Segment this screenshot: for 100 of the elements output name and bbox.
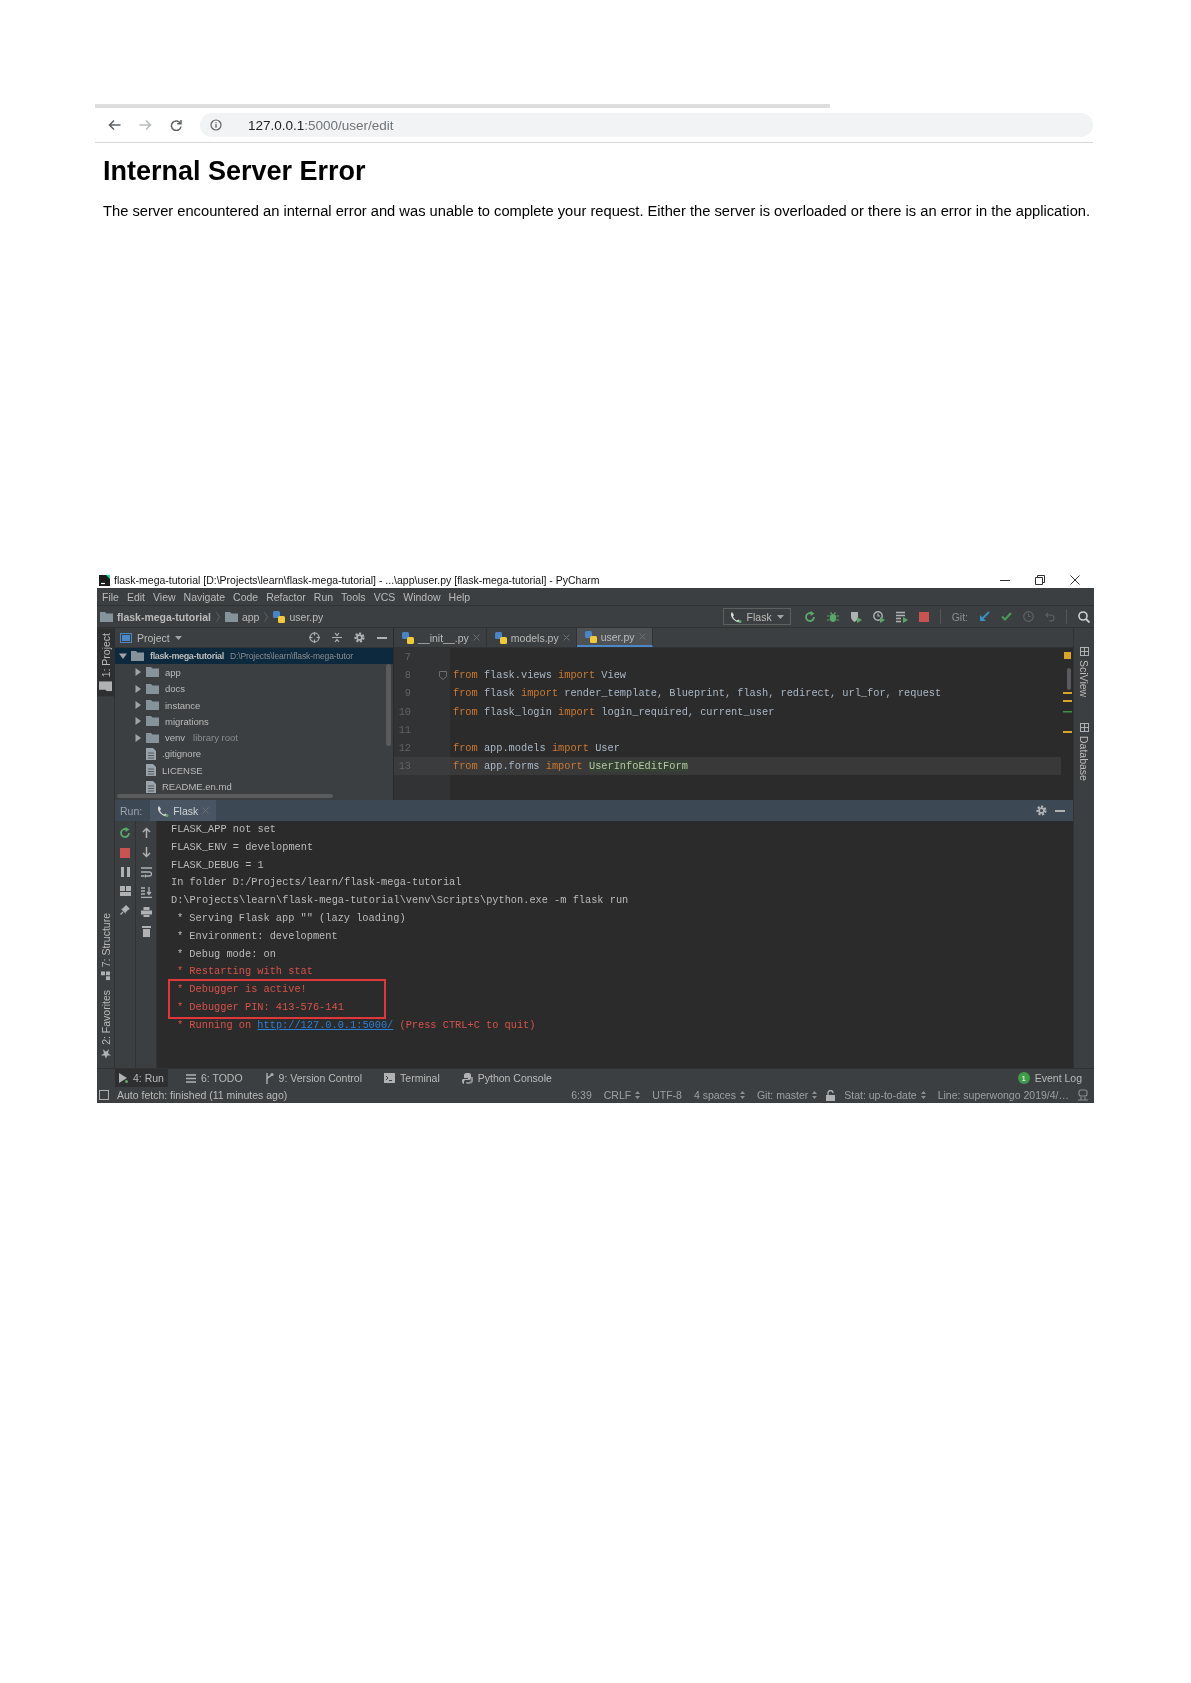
status-item[interactable]: UTF-8 xyxy=(649,1089,685,1101)
editor-tab[interactable]: user.py xyxy=(576,628,653,647)
breadcrumb[interactable]: flask-mega-tutorial xyxy=(100,610,211,623)
crosshair-icon[interactable] xyxy=(309,632,320,643)
console-line: FLASK_ENV = development xyxy=(171,839,314,855)
printer-icon[interactable] xyxy=(140,907,152,917)
minimize-icon[interactable] xyxy=(1000,579,1010,581)
fold-marker-icon[interactable] xyxy=(439,670,447,680)
pin-icon[interactable] xyxy=(120,905,130,915)
updown-icon xyxy=(635,1091,641,1099)
tree-item[interactable]: app xyxy=(115,664,393,681)
list-play-icon[interactable] xyxy=(895,610,908,623)
check-icon[interactable] xyxy=(1001,612,1012,621)
close-icon[interactable] xyxy=(1070,575,1080,585)
tool-window-tab[interactable]: Python Console xyxy=(457,1069,556,1087)
menu-item[interactable]: Edit xyxy=(126,590,145,603)
shield-play-icon[interactable] xyxy=(849,610,862,623)
tool-window-tab[interactable]: 6: TODO xyxy=(181,1069,247,1087)
layout-icon[interactable] xyxy=(119,886,131,896)
caret-icon xyxy=(174,635,182,640)
tree-item[interactable]: migrations xyxy=(115,713,393,730)
expand-arrow-icon[interactable] xyxy=(134,717,142,726)
bug-icon[interactable] xyxy=(826,610,839,623)
code-line: from flask_login import login_required, current_user xyxy=(452,704,775,720)
updown-icon xyxy=(739,1091,745,1099)
expand-arrow-icon[interactable] xyxy=(134,733,142,742)
tool-window-tab[interactable]: 9: Version Control xyxy=(260,1069,367,1087)
tool-window-tab[interactable]: 2: Favorites xyxy=(97,985,115,1064)
view-selector[interactable]: Project xyxy=(120,631,182,644)
rerun-icon[interactable] xyxy=(803,610,816,623)
menu-item[interactable]: Code xyxy=(233,590,259,603)
gear-icon[interactable] xyxy=(354,632,365,643)
tree-item[interactable]: README.en.md xyxy=(115,778,393,795)
reload-icon[interactable] xyxy=(170,119,182,131)
tree-item[interactable]: .gitignore xyxy=(115,745,393,763)
menu-item[interactable]: Refactor xyxy=(266,590,306,603)
scrollbar-thumb[interactable] xyxy=(386,664,391,746)
console-line: FLASK_DEBUG = 1 xyxy=(171,857,264,873)
console-line: * Restarting with stat xyxy=(176,964,313,980)
panel-toggle-icon[interactable] xyxy=(99,1090,109,1100)
restore-icon[interactable] xyxy=(1035,575,1045,585)
arrow-down-icon[interactable] xyxy=(141,847,151,858)
info-icon xyxy=(210,119,222,131)
menu-item[interactable]: View xyxy=(153,590,176,603)
tool-window-tab[interactable]: SciView xyxy=(1075,642,1093,703)
menu-item[interactable]: Window xyxy=(403,590,441,603)
arrow-icon[interactable] xyxy=(979,611,990,622)
tool-window-tab[interactable]: 1: Project xyxy=(97,628,115,697)
lock-icon[interactable] xyxy=(826,1089,836,1101)
editor-tab[interactable]: models.py xyxy=(486,628,577,647)
error-message: The server encountered an internal error and was unable to complete your request. Either the server is overloaded or there is an error in the application. xyxy=(103,202,1092,220)
arrow-up-icon[interactable] xyxy=(141,827,151,838)
status-item[interactable]: Stat: up-to-date xyxy=(841,1089,929,1101)
breadcrumb[interactable]: user.py xyxy=(273,610,324,623)
expand-arrow-icon[interactable] xyxy=(134,684,142,693)
status-item[interactable]: Line: superwongo 2019/4/… xyxy=(934,1089,1072,1101)
pause-icon[interactable] xyxy=(120,867,130,877)
expand-arrow-icon[interactable] xyxy=(134,701,142,710)
tree-item[interactable]: instance xyxy=(115,696,393,714)
scroll-end-icon[interactable] xyxy=(140,887,152,898)
tree-item[interactable]: flask-mega-tutorial D:\Projects\learn\flask-mega-tutor xyxy=(115,648,393,665)
folder-icon xyxy=(100,611,113,622)
back-icon[interactable] xyxy=(108,119,121,131)
tool-window-tab[interactable]: Database xyxy=(1075,718,1093,787)
menu-item[interactable]: VCS xyxy=(373,590,396,603)
breadcrumb[interactable]: app xyxy=(224,610,260,623)
status-item[interactable]: 4 spaces xyxy=(690,1089,748,1101)
tool-window-tab[interactable]: 4: Run xyxy=(115,1069,168,1087)
menu-item[interactable]: File xyxy=(102,590,119,603)
tool-window-tab[interactable]: Terminal xyxy=(380,1069,444,1087)
rerun-icon[interactable] xyxy=(119,827,131,839)
editor-tab[interactable]: __init__.py xyxy=(394,628,487,647)
status-item[interactable]: 6:39 xyxy=(568,1089,595,1101)
status-item[interactable]: CRLF xyxy=(600,1089,644,1101)
menu-item[interactable]: Tools xyxy=(341,590,366,603)
trash-icon[interactable] xyxy=(141,926,151,937)
console-line: * Running on http://127.0.0.1:5000/ (Press CTRL+C to quit) xyxy=(176,1017,536,1033)
link[interactable]: http://127.0.0.1:5000/ xyxy=(257,1018,394,1031)
chevron-icon xyxy=(215,611,220,622)
tree-item[interactable]: venv library root xyxy=(115,729,393,746)
tree-item[interactable]: docs xyxy=(115,680,393,697)
menu-item[interactable]: Navigate xyxy=(183,590,226,603)
menu-item[interactable]: Run xyxy=(313,590,334,603)
expand-arrow-icon[interactable] xyxy=(119,652,127,661)
collapse-icon[interactable] xyxy=(332,632,342,643)
gear-icon[interactable] xyxy=(1036,805,1047,816)
wrap-icon[interactable] xyxy=(140,867,152,878)
search-icon[interactable] xyxy=(1078,610,1090,623)
tool-window-tab[interactable]: 7: Structure xyxy=(97,907,115,986)
address-bar[interactable]: 127.0.0.1:5000/user/edit xyxy=(200,113,1093,137)
tree-item[interactable]: LICENSE xyxy=(115,762,393,779)
inspector-icon[interactable] xyxy=(1078,1089,1088,1101)
stop-icon[interactable] xyxy=(918,611,929,622)
run-tab[interactable]: Flask xyxy=(150,800,217,821)
run-config-dropdown[interactable]: Flask xyxy=(722,608,791,625)
clock-play-icon[interactable] xyxy=(872,610,885,623)
expand-arrow-icon[interactable] xyxy=(134,668,142,677)
event-log-tab[interactable]: 1 Event Log xyxy=(1013,1069,1086,1087)
status-item[interactable]: Git: master xyxy=(753,1089,821,1101)
menu-item[interactable]: Help xyxy=(448,590,471,603)
